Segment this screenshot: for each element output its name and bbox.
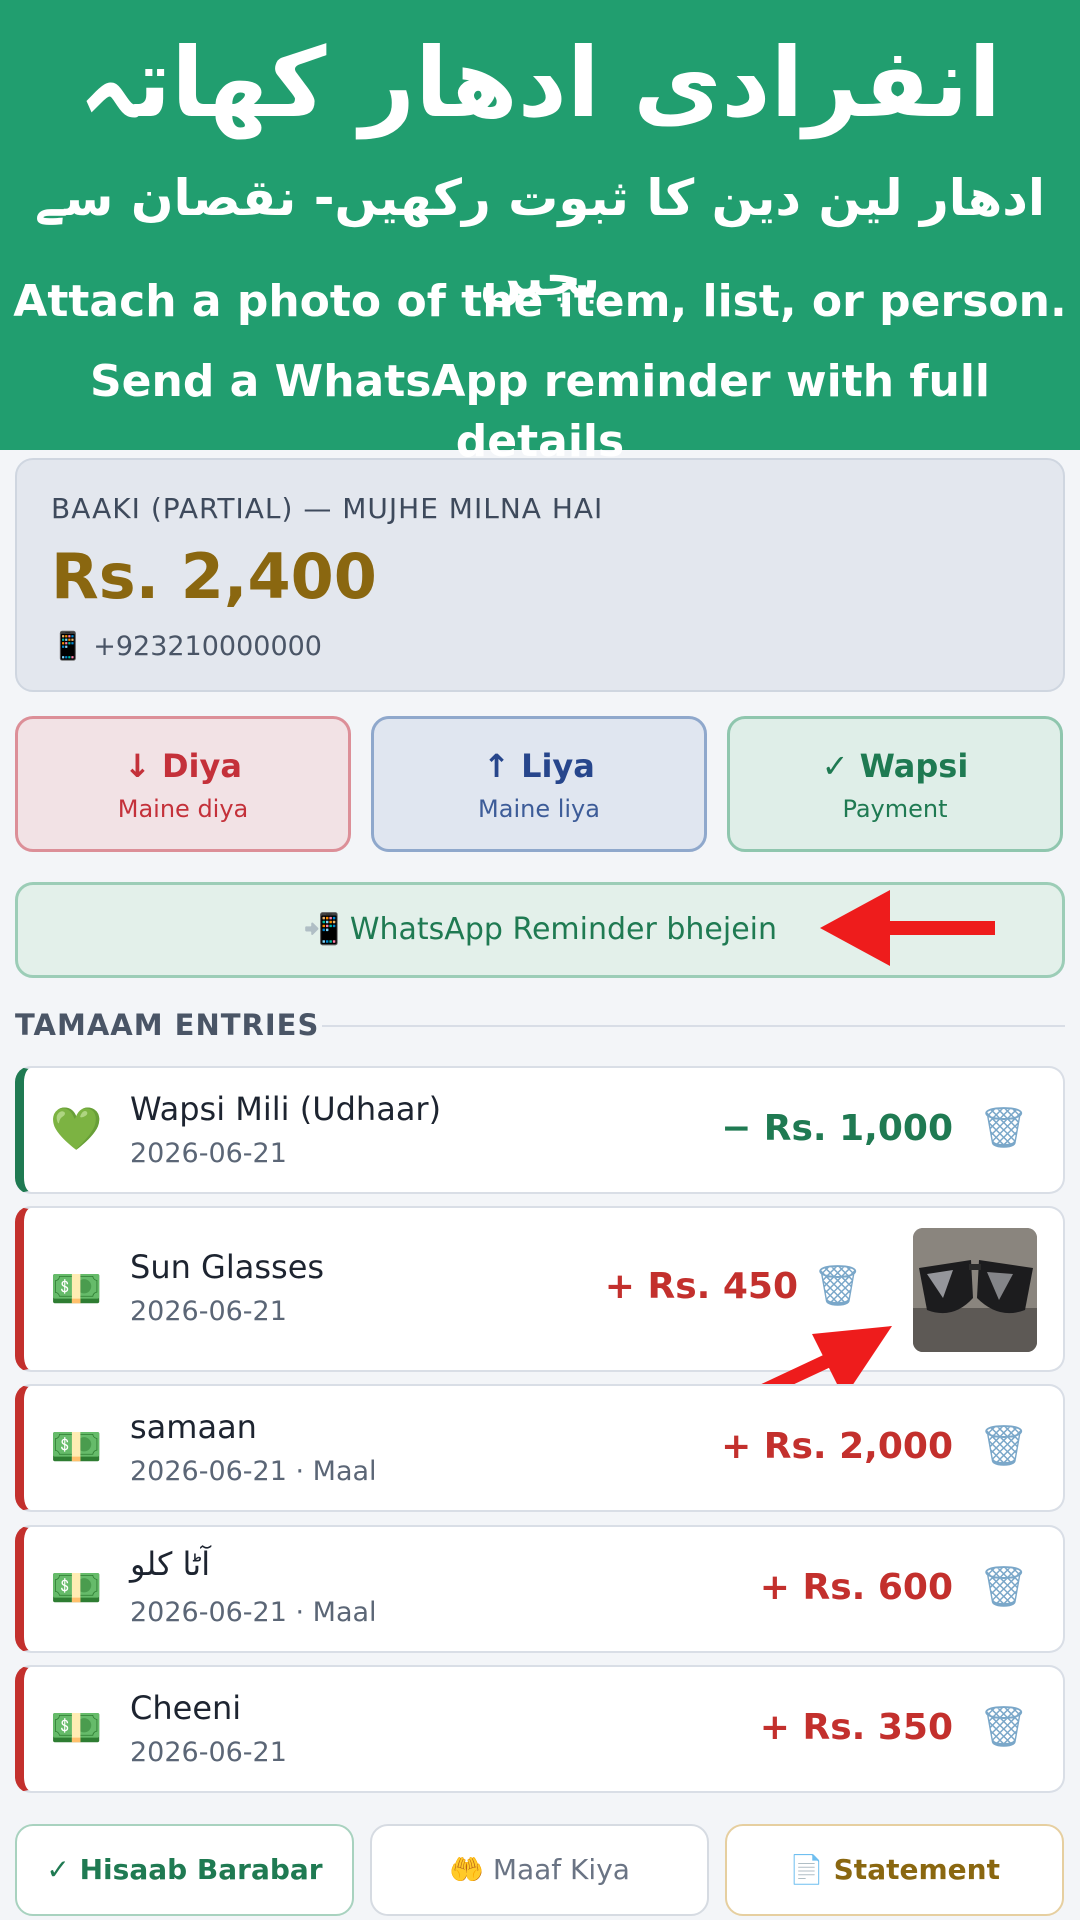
money-icon: 💵 [50, 1264, 103, 1313]
banner-urdu-title: انفرادی ادھار کھاتہ [78, 27, 1002, 139]
entry-name: Sun Glasses [130, 1248, 325, 1286]
trash-icon[interactable]: 🗑 [978, 1703, 1029, 1750]
item-photo-thumbnail[interactable] [913, 1228, 1037, 1352]
sunglasses-icon [913, 1228, 1037, 1352]
entry-row[interactable]: 💵 Sun Glasses 2026-06-21 + Rs. 450 🗑 [15, 1206, 1065, 1372]
statement-button[interactable]: 📄 Statement [725, 1824, 1064, 1916]
entry-date: 2026-06-21 [130, 1737, 287, 1768]
trash-icon[interactable]: 🗑 [812, 1262, 863, 1309]
wapsi-subtitle: Payment [842, 795, 948, 823]
section-divider [322, 1025, 1065, 1027]
trash-icon[interactable]: 🗑 [978, 1422, 1029, 1469]
entry-name: samaan [130, 1408, 257, 1446]
entry-date: 2026-06-21 · Maal [130, 1456, 377, 1487]
entry-amount: − Rs. 1,000 [721, 1108, 953, 1149]
phone-icon: 📱 [51, 631, 85, 662]
balance-summary-card: BAAKI (PARTIAL) — MUJHE MILNA HAI Rs. 2,… [15, 458, 1065, 692]
diya-title: ↓ Diya [124, 747, 242, 785]
banner-line-whatsapp: Send a WhatsApp reminder with full detai… [89, 356, 990, 467]
trash-icon[interactable]: 🗑 [978, 1563, 1029, 1610]
entry-row[interactable]: 💵 samaan 2026-06-21 · Maal + Rs. 2,000 🗑 [15, 1384, 1065, 1512]
entry-amount: + Rs. 600 [759, 1567, 953, 1608]
wapsi-title: ✓ Wapsi [821, 747, 969, 785]
phone-number: +923210000000 [93, 631, 322, 662]
banner-line-photo: Attach a photo of the item, list, or per… [13, 276, 1067, 327]
hisaab-barabar-button[interactable]: ✓ Hisaab Barabar [15, 1824, 354, 1916]
diya-button[interactable]: ↓ Diya Maine diya [15, 716, 351, 852]
entry-name: Cheeni [130, 1689, 242, 1727]
maaf-kiya-button[interactable]: 🤲 Maaf Kiya [370, 1824, 709, 1916]
money-icon: 💵 [50, 1703, 103, 1752]
entry-row[interactable]: 💵 آٹا کلو 2026-06-21 · Maal + Rs. 600 🗑 [15, 1525, 1065, 1653]
entry-name: Wapsi Mili (Udhaar) [130, 1090, 442, 1128]
balance-amount: Rs. 2,400 [51, 540, 377, 613]
entry-row[interactable]: 💵 Cheeni 2026-06-21 + Rs. 350 🗑 [15, 1665, 1065, 1793]
entries-heading: TAMAAM ENTRIES [15, 1008, 320, 1042]
entry-amount: + Rs. 450 [604, 1266, 798, 1307]
entry-amount: + Rs. 350 [759, 1707, 953, 1748]
entry-date: 2026-06-21 · Maal [130, 1597, 377, 1628]
whatsapp-reminder-button[interactable]: 📲 WhatsApp Reminder bhejein [15, 882, 1065, 978]
entry-row[interactable]: 💚 Wapsi Mili (Udhaar) 2026-06-21 − Rs. 1… [15, 1066, 1065, 1194]
trash-icon[interactable]: 🗑 [978, 1104, 1029, 1151]
liya-title: ↑ Liya [483, 747, 595, 785]
promo-banner: انفرادی ادھار کھاتہ ادھار لین دین کا ثبو… [0, 0, 1080, 467]
diya-subtitle: Maine diya [117, 795, 249, 823]
money-icon: 💵 [50, 1563, 103, 1612]
entry-date: 2026-06-21 [130, 1296, 287, 1327]
money-icon: 💵 [50, 1422, 103, 1471]
balance-label: BAAKI (PARTIAL) — MUJHE MILNA HAI [51, 492, 604, 525]
entry-amount: + Rs. 2,000 [721, 1426, 953, 1467]
heart-icon: 💚 [50, 1104, 103, 1153]
liya-button[interactable]: ↑ Liya Maine liya [371, 716, 707, 852]
entry-date: 2026-06-21 [130, 1138, 287, 1169]
liya-subtitle: Maine liya [478, 795, 600, 823]
entry-name: آٹا کلو [130, 1545, 211, 1583]
wapsi-button[interactable]: ✓ Wapsi Payment [727, 716, 1063, 852]
contact-phone: 📱 +923210000000 [51, 630, 322, 662]
